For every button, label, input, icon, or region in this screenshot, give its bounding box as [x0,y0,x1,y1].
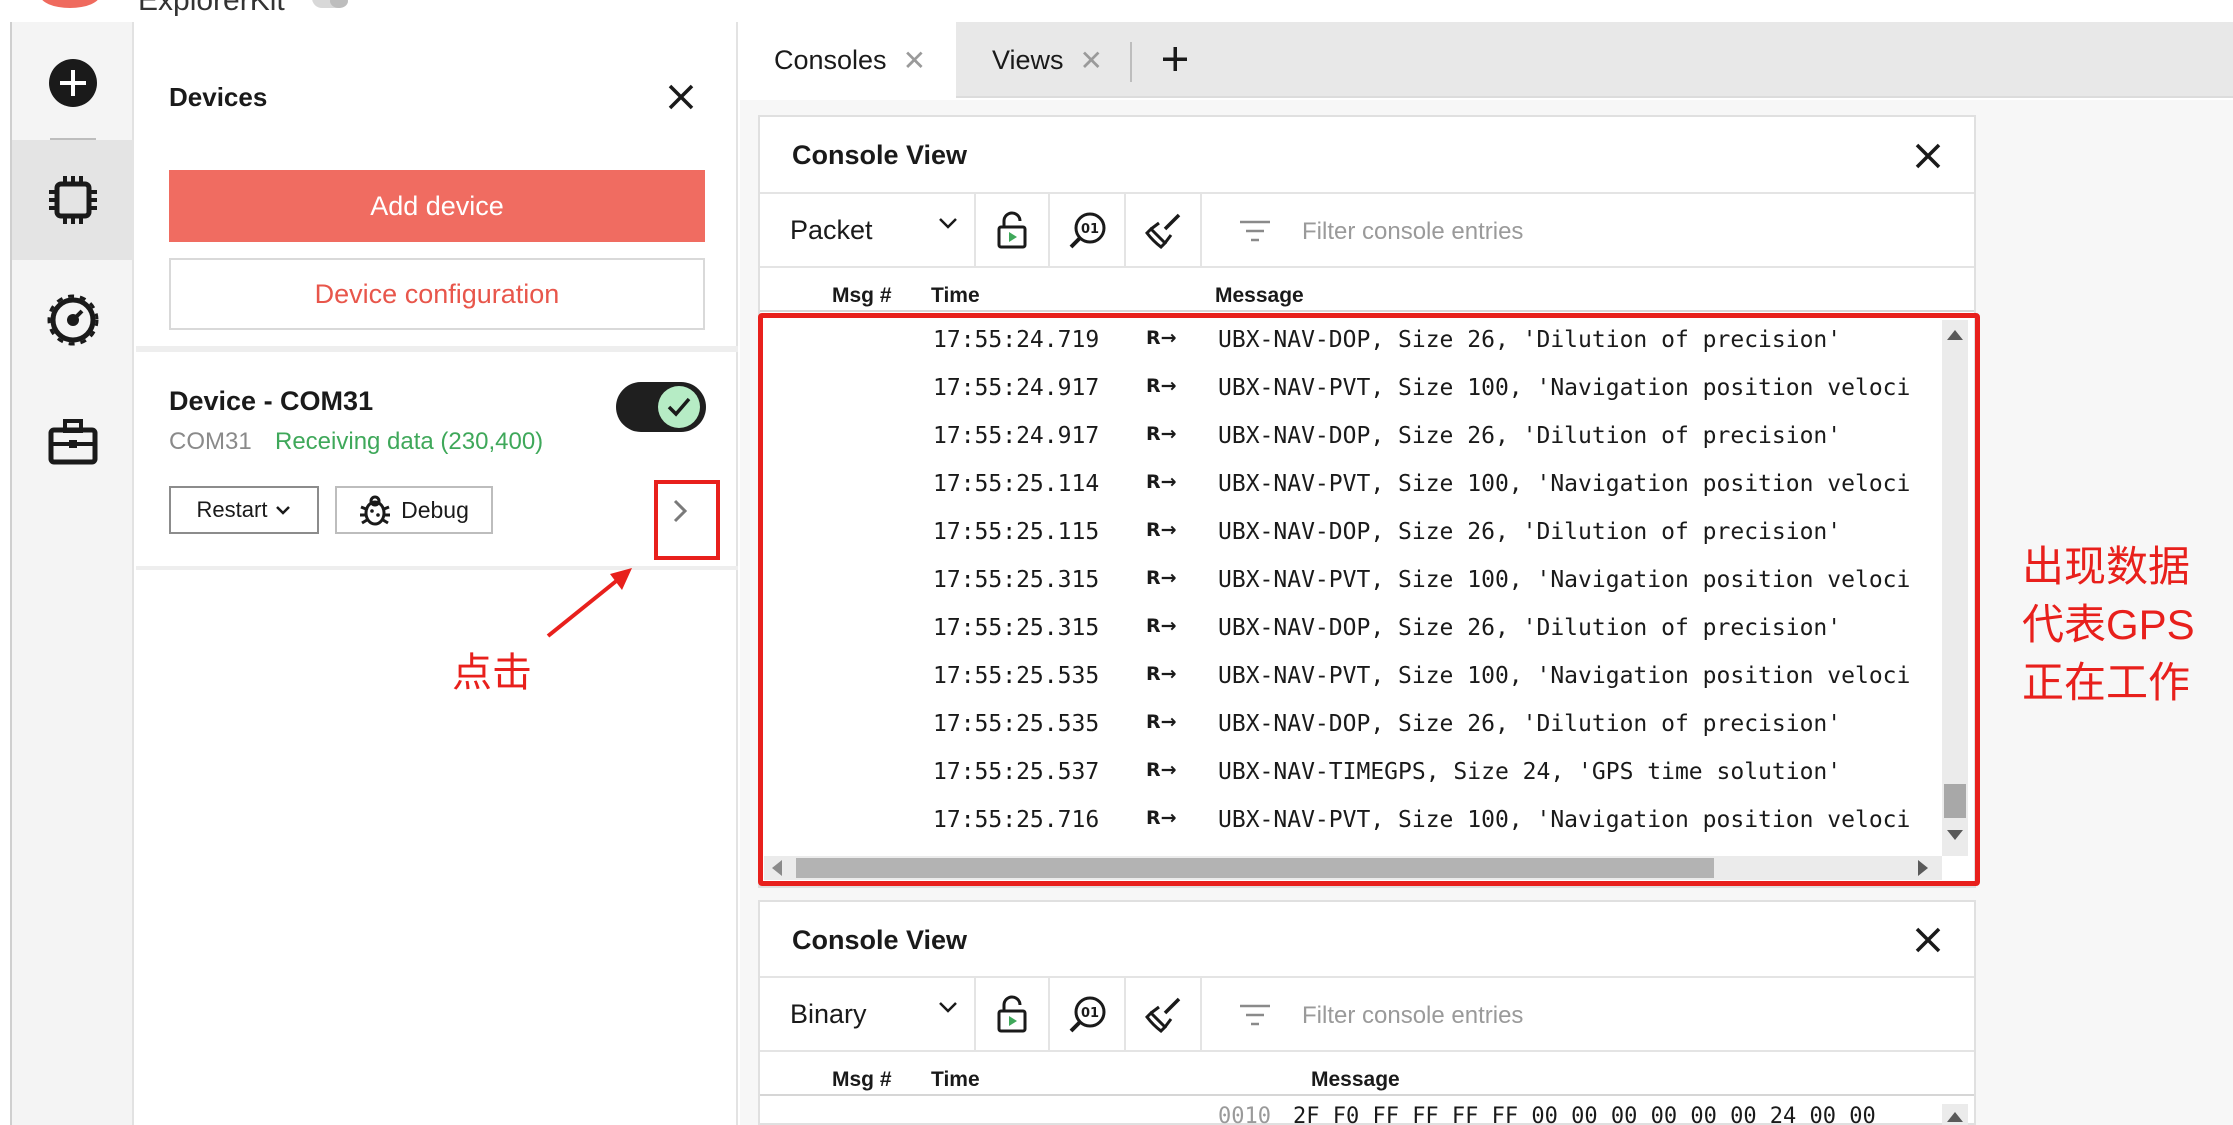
rail-kit-button[interactable] [12,390,134,494]
debug-button[interactable]: Debug [335,486,493,534]
close-icon [1915,143,1941,169]
broom-icon [1145,213,1181,249]
annotation-click-label: 点击 [452,651,532,695]
device-status: Receiving data (230,400) [275,428,544,455]
scroll-up-icon[interactable] [1947,1112,1963,1122]
mode-select-value: Binary [790,998,867,1029]
close-icon[interactable]: ✕ [903,44,926,77]
check-icon [667,397,691,417]
rail-add-button[interactable] [12,40,134,126]
app-title: ExplorerKit [138,0,285,17]
svg-text:01: 01 [1081,222,1099,237]
annotation-note-line: 代表GPS [2022,601,2195,648]
debug-label: Debug [401,496,469,523]
unlock-icon [997,211,1027,249]
column-header-time[interactable]: Time [931,284,980,308]
restart-button[interactable]: Restart [169,486,319,534]
annotation-highlight-data [758,313,1980,886]
title-bar: ExplorerKit [0,0,2233,22]
hex-offset: 0010 [1218,1104,1271,1125]
device-configuration-button[interactable]: Device configuration [169,258,705,330]
header-divider [760,1094,1974,1096]
add-tab-button[interactable] [1152,36,1198,82]
binary-search-icon: 01 [1069,212,1106,249]
column-header-msg[interactable]: Msg # [832,284,892,308]
close-icon [668,84,694,110]
device-toggle-knob [658,386,700,428]
filter-icon [1240,220,1270,242]
clear-button[interactable] [1128,194,1202,266]
plus-circle-icon [49,59,97,107]
devices-close-button[interactable] [664,80,698,114]
mode-select[interactable]: Packet [760,194,976,266]
column-header-message[interactable]: Message [1311,1068,1400,1092]
chevron-down-icon [939,1002,957,1013]
gauge-icon [47,294,99,346]
lock-button[interactable] [976,194,1050,266]
tab-views[interactable]: Views ✕ [958,22,1130,98]
binary-search-button[interactable]: 01 [1052,194,1126,266]
filter-icon [1240,1004,1270,1026]
bug-icon [360,495,391,526]
rail-tools-button[interactable] [12,268,134,372]
device-card-divider [136,566,738,570]
unlock-icon [997,995,1027,1033]
tabs-separator [1130,42,1132,82]
clear-button[interactable] [1128,978,1202,1050]
chevron-down-icon [939,218,957,229]
panel-divider [136,346,738,352]
column-header-message[interactable]: Message [1215,284,1304,308]
tab-consoles-label: Consoles [774,44,887,75]
lock-button[interactable] [976,978,1050,1050]
annotation-note-line: 出现数据 [2022,543,2191,590]
annotation-note: 出现数据 代表GPS 正在工作 [2022,538,2195,712]
annotation-arrow-icon [546,568,632,638]
add-device-button[interactable]: Add device [169,170,705,242]
broom-icon [1145,997,1181,1033]
console-title: Console View [792,925,968,955]
mode-select-value: Packet [790,214,873,245]
svg-text:01: 01 [1081,1006,1099,1021]
devices-panel-title: Devices [169,82,268,112]
console-close-button[interactable] [1910,138,1946,174]
tab-consoles[interactable]: Consoles ✕ [740,22,956,98]
console-close-button[interactable] [1910,922,1946,958]
toolbar-divider [760,266,1974,268]
app-logo [40,0,100,8]
toolbar-divider [760,1050,1974,1052]
device-name: Device - COM31 [169,386,374,416]
close-icon[interactable]: ✕ [1080,44,1103,77]
hex-row: 0010 2F F0 FF FF FF FF 00 00 00 00 00 00 … [1218,1104,1938,1125]
annotation-note-line: 正在工作 [2022,659,2191,706]
tab-views-label: Views [992,44,1064,75]
chip-icon [49,176,97,224]
filter-input[interactable] [1302,214,1862,250]
column-header-msg[interactable]: Msg # [832,1068,892,1092]
console-title: Console View [792,140,968,170]
device-port: COM31 [169,428,252,455]
column-header-time[interactable]: Time [931,1068,980,1092]
plus-icon [1163,47,1187,71]
annotation-highlight-expand [654,480,720,560]
hex-bytes: 2F F0 FF FF FF FF 00 00 00 00 00 00 24 0… [1292,1104,1876,1125]
rail-devices-button[interactable] [12,140,134,260]
binary-search-button[interactable]: 01 [1052,978,1126,1050]
filter-input[interactable] [1302,998,1862,1034]
briefcase-icon [48,419,98,465]
header-divider [760,310,1974,312]
mode-select[interactable]: Binary [760,978,976,1050]
close-icon [1915,927,1941,953]
binary-search-icon: 01 [1069,996,1106,1033]
chevron-down-icon [276,506,291,515]
restart-label: Restart [196,497,268,522]
